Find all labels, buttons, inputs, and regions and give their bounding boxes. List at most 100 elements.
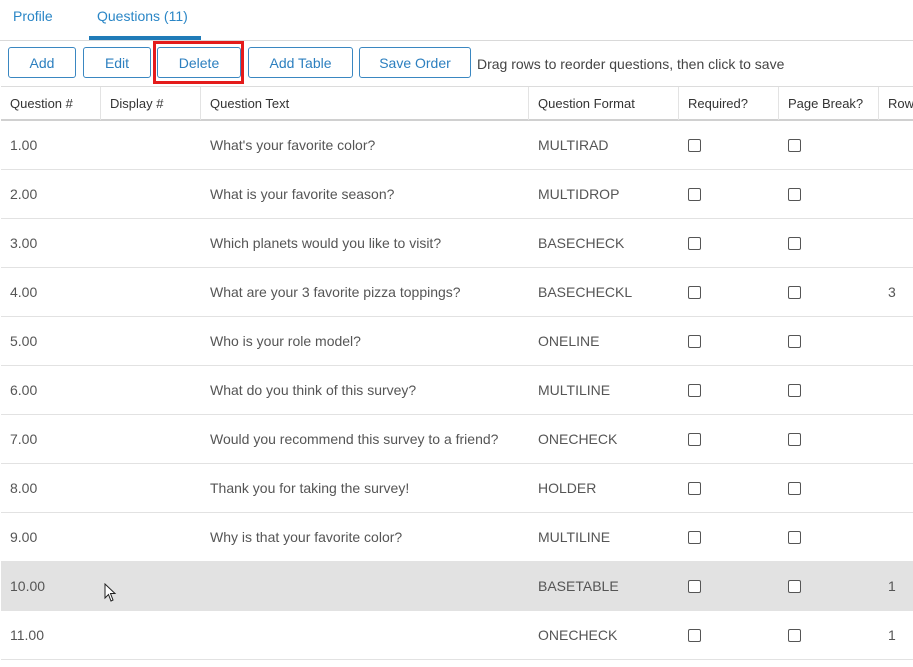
question-format-cell: ONELINE [538, 333, 600, 349]
display-number-cell [101, 415, 201, 463]
rows-cell [879, 219, 913, 267]
required-checkbox[interactable] [688, 334, 701, 348]
header-question-number[interactable]: Question # [1, 87, 101, 120]
rows-cell: 3 [888, 284, 896, 300]
required-checkbox[interactable] [688, 138, 701, 152]
required-checkbox-cell [679, 562, 779, 610]
required-checkbox-cell [679, 513, 779, 561]
table-row[interactable]: 8.00 Thank you for taking the survey! HOLD… [1, 464, 913, 513]
header-question-format[interactable]: Question Format [529, 87, 679, 120]
page-break-checkbox[interactable] [788, 285, 801, 299]
reorder-hint: Drag rows to reorder questions, then cli… [477, 56, 785, 72]
question-number-cell: 5.00 [10, 333, 38, 349]
table-row[interactable]: 11.00 ONECHECK 1 [1, 611, 913, 660]
table-row[interactable]: 9.00 Why is that your favorite color? MULT… [1, 513, 913, 562]
question-format-cell: BASECHECKL [538, 284, 633, 300]
question-number-cell: 8.00 [10, 480, 38, 496]
required-checkbox[interactable] [688, 432, 701, 446]
header-rows[interactable]: Rows [879, 87, 913, 120]
page-break-checkbox-cell [779, 562, 879, 610]
required-checkbox[interactable] [688, 285, 701, 299]
required-checkbox-cell [679, 219, 779, 267]
table-row[interactable]: 5.00 Who is your role model? ONELINE [1, 317, 913, 366]
question-format-cell: ONECHECK [538, 431, 618, 447]
table-row[interactable]: 3.00 Which planets would you like to visi… [1, 219, 913, 268]
header-display-number[interactable]: Display # [101, 87, 201, 120]
save-order-button[interactable]: Save Order [359, 47, 471, 78]
required-checkbox-cell [679, 366, 779, 414]
display-number-cell [101, 170, 201, 218]
question-number-cell: 2.00 [10, 186, 38, 202]
rows-cell [879, 366, 913, 414]
display-number-cell [101, 366, 201, 414]
page-break-checkbox[interactable] [788, 187, 801, 201]
display-number-cell [101, 121, 201, 169]
required-checkbox[interactable] [688, 481, 701, 495]
required-checkbox-cell [679, 268, 779, 316]
page-break-checkbox-cell [779, 268, 879, 316]
question-number-cell: 3.00 [10, 235, 38, 251]
question-text-cell [201, 562, 529, 610]
required-checkbox[interactable] [688, 236, 701, 250]
required-checkbox[interactable] [688, 187, 701, 201]
table-row[interactable]: 2.00 What is your favorite season? MULTIDR… [1, 170, 913, 219]
required-checkbox[interactable] [688, 628, 701, 642]
question-format-cell: MULTIRAD [538, 137, 609, 153]
rows-cell [879, 121, 913, 169]
rows-cell [879, 317, 913, 365]
table-row[interactable]: 10.00 BASETABLE 1 [1, 562, 913, 611]
table-row[interactable]: 7.00 Would you recommend this survey to a… [1, 415, 913, 464]
question-number-cell: 7.00 [10, 431, 38, 447]
table-row[interactable]: 4.00 What are your 3 favorite pizza toppi… [1, 268, 913, 317]
required-checkbox[interactable] [688, 530, 701, 544]
question-format-cell: BASECHECK [538, 235, 625, 251]
question-format-cell: MULTIDROP [538, 186, 620, 202]
page-break-checkbox-cell [779, 513, 879, 561]
add-button[interactable]: Add [8, 47, 76, 78]
header-required[interactable]: Required? [679, 87, 779, 120]
tab-bar: Profile Questions (11) [0, 0, 913, 41]
page-break-checkbox[interactable] [788, 138, 801, 152]
required-checkbox-cell [679, 317, 779, 365]
table-row[interactable]: 6.00 What do you think of this survey? MUL… [1, 366, 913, 415]
page-break-checkbox-cell [779, 464, 879, 512]
delete-button-highlight [153, 41, 244, 84]
question-number-cell: 6.00 [10, 382, 38, 398]
required-checkbox[interactable] [688, 579, 701, 593]
page-break-checkbox-cell [779, 121, 879, 169]
display-number-cell [101, 317, 201, 365]
page-break-checkbox[interactable] [788, 579, 801, 593]
question-number-cell: 4.00 [10, 284, 38, 300]
page-break-checkbox[interactable] [788, 530, 801, 544]
page-break-checkbox[interactable] [788, 383, 801, 397]
page-break-checkbox[interactable] [788, 236, 801, 250]
header-page-break[interactable]: Page Break? [779, 87, 879, 120]
page-break-checkbox[interactable] [788, 481, 801, 495]
mouse-cursor-icon [104, 583, 117, 602]
required-checkbox-cell [679, 464, 779, 512]
question-text-cell: What are your 3 favorite pizza toppings? [210, 284, 461, 300]
table-row[interactable]: 1.00 What's your favorite color? MULTIRAD [1, 121, 913, 170]
question-text-cell: Thank you for taking the survey! [210, 480, 410, 496]
rows-cell [879, 513, 913, 561]
page-break-checkbox[interactable] [788, 628, 801, 642]
question-text-cell: Why is that your favorite color? [210, 529, 403, 545]
question-format-cell: BASETABLE [538, 578, 619, 594]
rows-cell [879, 170, 913, 218]
page-break-checkbox[interactable] [788, 432, 801, 446]
tab-questions[interactable]: Questions (11) [97, 8, 188, 24]
tab-profile[interactable]: Profile [13, 8, 53, 24]
header-question-text[interactable]: Question Text [201, 87, 529, 120]
required-checkbox-cell [679, 121, 779, 169]
edit-button[interactable]: Edit [83, 47, 151, 78]
add-table-button[interactable]: Add Table [248, 47, 353, 78]
table-header: Question # Display # Question Text Quest… [1, 86, 913, 121]
question-number-cell: 9.00 [10, 529, 38, 545]
page-break-checkbox[interactable] [788, 334, 801, 348]
question-text-cell: Who is your role model? [210, 333, 361, 349]
table-body: 1.00 What's your favorite color? MULTIRAD 2… [1, 121, 913, 660]
page-break-checkbox-cell [779, 170, 879, 218]
rows-cell: 1 [888, 627, 896, 643]
rows-cell [879, 464, 913, 512]
required-checkbox[interactable] [688, 383, 701, 397]
